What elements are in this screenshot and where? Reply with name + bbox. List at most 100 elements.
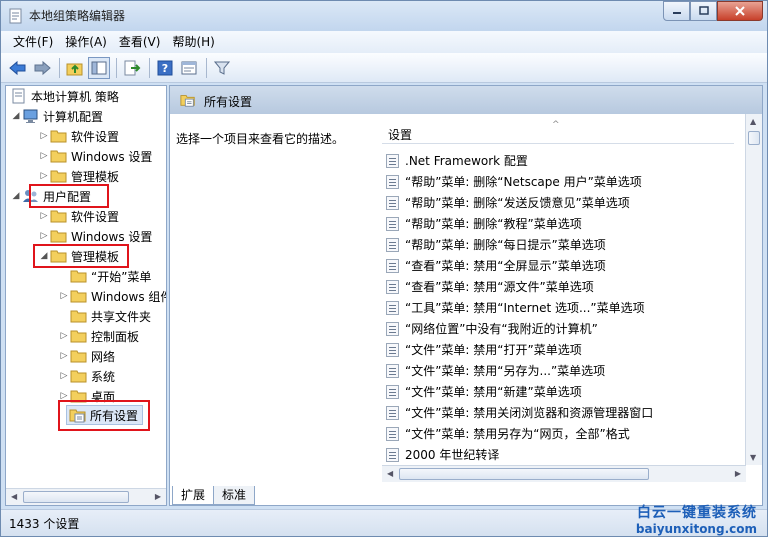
minimize-button[interactable]: [663, 1, 690, 21]
export-list-button[interactable]: [121, 57, 143, 79]
list-item-label: “文件”菜单: 禁用“打开”菜单选项: [405, 343, 582, 357]
expand-arrow-icon[interactable]: ▷: [58, 291, 70, 301]
folder-icon: [50, 230, 67, 243]
list-vertical-scrollbar[interactable]: ▲ ▼: [745, 114, 762, 465]
folder-icon: [70, 330, 87, 343]
tree-label: 系统: [91, 369, 116, 384]
tree-label: 网络: [91, 349, 116, 364]
show-hide-tree-button[interactable]: [88, 56, 110, 79]
expand-arrow-icon[interactable]: ▷: [58, 371, 70, 381]
scroll-right-icon[interactable]: ▶: [155, 492, 161, 501]
scrollbar-thumb[interactable]: [23, 491, 129, 503]
properties-icon: [181, 61, 197, 74]
folder-icon: [70, 290, 87, 303]
status-bar: 1433 个设置 白云一键重装系统 baiyunxitong.com: [1, 505, 767, 536]
collapse-arrow-icon[interactable]: ◢: [10, 191, 22, 201]
tree-horizontal-scrollbar[interactable]: ◀ ▶: [6, 488, 166, 505]
list-item[interactable]: “帮助”菜单: 删除“发送反馈意见”菜单选项: [386, 192, 630, 213]
scroll-left-icon[interactable]: ◀: [11, 492, 17, 501]
tree-label: Windows 设置: [71, 229, 153, 244]
tab-standard[interactable]: 标准: [213, 486, 256, 505]
sort-ascending-icon: ^: [552, 120, 560, 130]
tree-item-user-software-settings[interactable]: ▷ 软件设置: [38, 206, 119, 226]
list-item[interactable]: “文件”菜单: 禁用“另存为...”菜单选项: [386, 360, 605, 381]
setting-icon: [386, 258, 399, 273]
tree-item-windows-components[interactable]: ▷ Windows 组件: [58, 286, 166, 306]
tree-item-computer-software-settings[interactable]: ▷ 软件设置: [38, 126, 119, 146]
forward-button[interactable]: [31, 57, 53, 79]
list-item[interactable]: 2000 年世纪转译: [386, 444, 499, 465]
expand-arrow-icon[interactable]: ▷: [38, 151, 50, 161]
filter-button[interactable]: [211, 57, 233, 79]
tree-item-network[interactable]: ▷ 网络: [58, 346, 115, 366]
expand-arrow-icon[interactable]: ▷: [58, 351, 70, 361]
back-button[interactable]: [7, 57, 29, 79]
close-icon: [735, 6, 745, 16]
menu-action[interactable]: 操作(A): [59, 31, 113, 53]
expand-arrow-icon[interactable]: ▷: [38, 171, 50, 181]
list-item[interactable]: “查看”菜单: 禁用“全屏显示”菜单选项: [386, 255, 606, 276]
tree-item-root[interactable]: 本地计算机 策略: [10, 86, 119, 106]
up-level-button[interactable]: [64, 57, 86, 79]
tree-item-start-menu[interactable]: “开始”菜单: [70, 266, 151, 286]
watermark-logo: 白云一键重装系统 baiyunxitong.com: [636, 502, 757, 536]
computer-icon: [23, 109, 38, 123]
expand-arrow-icon[interactable]: ▷: [38, 211, 50, 221]
settings-list[interactable]: ^ 设置 .Net Framework 配置 “帮助”菜单: 删除“Netsca…: [382, 114, 762, 464]
menu-help[interactable]: 帮助(H): [166, 31, 220, 53]
list-item[interactable]: “帮助”菜单: 删除“Netscape 用户”菜单选项: [386, 171, 642, 192]
list-item-label: 2000 年世纪转译: [405, 448, 500, 462]
scroll-left-icon[interactable]: ◀: [387, 469, 393, 478]
toolbar-separator: [149, 57, 150, 78]
list-item[interactable]: “帮助”菜单: 删除“每日提示”菜单选项: [386, 234, 606, 255]
scroll-right-icon[interactable]: ▶: [735, 469, 741, 478]
tree-item-computer-admin-templates[interactable]: ▷ 管理模板: [38, 166, 119, 186]
setting-icon: [386, 447, 399, 462]
list-item[interactable]: “工具”菜单: 禁用“Internet 选项...”菜单选项: [386, 297, 645, 318]
expand-arrow-icon[interactable]: ▷: [38, 131, 50, 141]
help-button[interactable]: ?: [154, 57, 176, 79]
list-item-label: “文件”菜单: 禁用关闭浏览器和资源管理器窗口: [405, 406, 654, 420]
app-window: 本地组策略编辑器 文件(F) 操作(A) 查看(V) 帮助(H) ? 本地计算机…: [0, 0, 768, 537]
list-horizontal-scrollbar[interactable]: ◀ ▶: [382, 465, 746, 482]
tree-item-computer-config[interactable]: ◢ 计算机配置: [10, 106, 103, 126]
tree-item-system[interactable]: ▷ 系统: [58, 366, 115, 386]
scroll-down-icon[interactable]: ▼: [750, 453, 756, 462]
close-button[interactable]: [717, 1, 763, 21]
maximize-button[interactable]: [690, 1, 717, 21]
scrollbar-thumb[interactable]: [748, 131, 760, 145]
list-item[interactable]: .Net Framework 配置: [386, 150, 528, 171]
tab-extended[interactable]: 扩展: [172, 486, 215, 505]
tree-item-shared-folders[interactable]: 共享文件夹: [70, 306, 151, 326]
list-item[interactable]: “网络位置”中没有“我附近的计算机”: [386, 318, 598, 339]
properties-button[interactable]: [178, 57, 200, 79]
scrollbar-thumb[interactable]: [399, 468, 649, 480]
column-header-setting[interactable]: ^ 设置: [382, 120, 734, 144]
menu-file[interactable]: 文件(F): [7, 31, 59, 53]
scroll-up-icon[interactable]: ▲: [750, 117, 756, 126]
tree-label: 计算机配置: [43, 109, 104, 124]
list-item[interactable]: “文件”菜单: 禁用“打开”菜单选项: [386, 339, 582, 360]
collapse-arrow-icon[interactable]: ◢: [10, 111, 22, 121]
tree-label: 共享文件夹: [91, 309, 152, 324]
list-item[interactable]: “帮助”菜单: 删除“教程”菜单选项: [386, 213, 582, 234]
tree-item-control-panel[interactable]: ▷ 控制面板: [58, 326, 139, 346]
list-item-label: “查看”菜单: 禁用“源文件”菜单选项: [405, 280, 594, 294]
title-bar[interactable]: 本地组策略编辑器: [1, 1, 767, 31]
tree-item-computer-windows-settings[interactable]: ▷ Windows 设置: [38, 146, 153, 166]
list-item-label: “帮助”菜单: 删除“Netscape 用户”菜单选项: [405, 175, 642, 189]
list-item-label: “帮助”菜单: 删除“发送反馈意见”菜单选项: [405, 196, 630, 210]
setting-icon: [386, 342, 399, 357]
description-text: 选择一个项目来查看它的描述。: [176, 132, 345, 146]
list-item[interactable]: “文件”菜单: 禁用关闭浏览器和资源管理器窗口: [386, 402, 653, 423]
list-item[interactable]: “查看”菜单: 禁用“源文件”菜单选项: [386, 276, 594, 297]
console-tree[interactable]: 本地计算机 策略 ◢ 计算机配置 ▷ 软件设置 ▷ Windows 设置 ▷ 管…: [5, 85, 167, 506]
list-item[interactable]: “文件”菜单: 禁用“新建”菜单选项: [386, 381, 582, 402]
expand-arrow-icon[interactable]: ▷: [58, 331, 70, 341]
expand-arrow-icon[interactable]: ▷: [38, 231, 50, 241]
list-item[interactable]: “文件”菜单: 禁用另存为“网页，全部”格式: [386, 423, 630, 444]
list-item-label: .Net Framework 配置: [405, 154, 528, 168]
tree-item-user-windows-settings[interactable]: ▷ Windows 设置: [38, 226, 153, 246]
watermark-title: 白云一键重装系统: [637, 505, 757, 521]
menu-view[interactable]: 查看(V): [113, 31, 167, 53]
